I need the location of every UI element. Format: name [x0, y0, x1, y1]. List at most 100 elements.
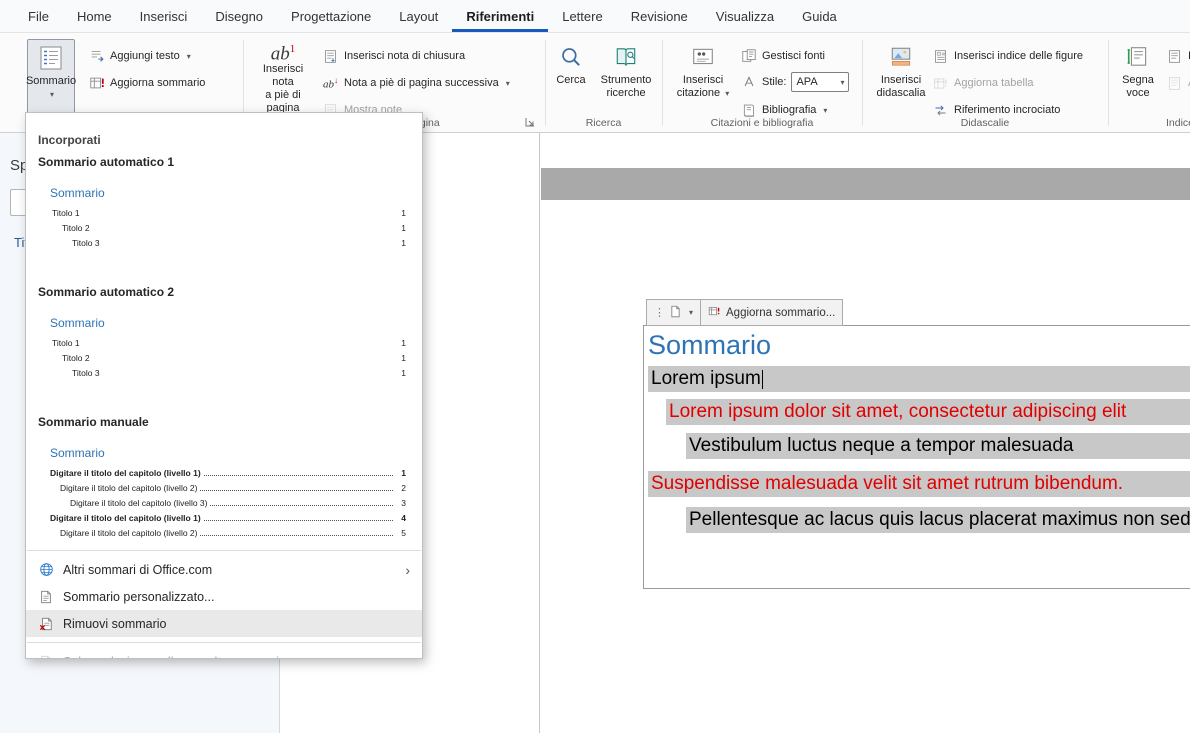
- aggiorna-sommario-doc-button[interactable]: Aggiorna sommario...: [700, 299, 843, 326]
- update-toc-small-icon: [708, 305, 721, 321]
- update-toc-icon: [88, 75, 105, 92]
- aggiorna-sommario-label: Aggiorna sommario: [110, 77, 205, 89]
- gallery-preview-title: Sommario: [38, 186, 410, 200]
- manage-sources-icon: [740, 48, 757, 65]
- gallery-item-sommario-manuale[interactable]: Sommario manuale Sommario Digitare il ti…: [26, 413, 422, 545]
- inserisci-nota-chiusura-button[interactable]: Inserisci nota di chiusura: [322, 45, 465, 67]
- nota-successiva-label: Nota a piè di pagina successiva: [344, 77, 499, 89]
- tab-progettazione[interactable]: Progettazione: [277, 0, 385, 32]
- document-area: ⋮ ▾ Aggiorna sommario... Sommario Lorem …: [541, 133, 1190, 733]
- stile-value: APA: [796, 76, 817, 88]
- cerca-button[interactable]: Cerca: [551, 39, 591, 115]
- aggiungi-testo-button[interactable]: Aggiungi testo ▾: [88, 45, 191, 67]
- strumento-ricerche-button[interactable]: Strumento ricerche: [597, 39, 655, 115]
- toc-control-handle[interactable]: ⋮ ▾: [646, 299, 701, 326]
- document-toc-title: Sommario: [648, 330, 771, 361]
- gallery-item-title: Sommario manuale: [38, 415, 410, 429]
- gestisci-fonti-label: Gestisci fonti: [762, 50, 825, 62]
- globe-icon: [38, 562, 54, 578]
- menu-item-rimuovi-sommario[interactable]: Rimuovi sommario: [26, 610, 422, 637]
- aggiungi-testo-label: Aggiungi testo: [110, 50, 180, 62]
- menu-section-header: Incorporati: [26, 133, 422, 151]
- inserisci-didascalia-button[interactable]: Inserisci didascalia: [872, 39, 930, 115]
- menu-item-sommario-personalizzato[interactable]: Sommario personalizzato...: [26, 583, 422, 610]
- add-text-icon: [88, 48, 105, 65]
- group-separator: [662, 40, 663, 126]
- preview-entry: Digitare il titolo del capitolo (livello…: [50, 513, 201, 523]
- strumento-ricerche-line2: ricerche: [606, 87, 645, 100]
- page-gap: [541, 168, 1190, 200]
- sommario-button[interactable]: Sommario ▾: [27, 39, 75, 115]
- footnote-ab1-icon: ab1: [271, 42, 296, 61]
- inserisci-indice-figure-button[interactable]: Inserisci indice delle figure: [932, 45, 1083, 67]
- riferimento-incrociato-label: Riferimento incrociato: [954, 104, 1060, 116]
- toc-line-2[interactable]: Lorem ipsum dolor sit amet, consectetur …: [666, 399, 1190, 425]
- preview-page: 1: [396, 238, 406, 248]
- group-separator: [1108, 40, 1109, 126]
- aggiorna-tabella-button[interactable]: Aggiorna tabella: [932, 72, 1034, 94]
- gallery-preview-title: Sommario: [38, 316, 410, 330]
- preview-entry: Digitare il titolo del capitolo (livello…: [60, 483, 197, 493]
- sommario-gallery-menu: Incorporati Sommario automatico 1 Sommar…: [25, 112, 423, 659]
- menu-item-label: Salva selezione nella raccolta sommari..…: [63, 655, 290, 660]
- group-separator: [545, 40, 546, 126]
- inserisci-indice-button[interactable]: Inserisci indice: [1166, 45, 1190, 67]
- tab-file[interactable]: File: [14, 0, 63, 32]
- preview-page: 1: [396, 368, 406, 378]
- toc-line-4[interactable]: Suspendisse malesuada velit sit amet rut…: [648, 471, 1190, 497]
- tab-riferimenti[interactable]: Riferimenti: [452, 0, 548, 32]
- aggiorna-indice-button[interactable]: Aggiorna indice: [1166, 72, 1190, 94]
- preview-entry: Titolo 1: [52, 208, 80, 218]
- stile-select[interactable]: APA ▾: [791, 72, 849, 92]
- stile-label: Stile:: [762, 76, 786, 88]
- toc-line-5[interactable]: Pellentesque ac lacus quis lacus placera…: [686, 507, 1190, 533]
- chevron-down-icon: ▾: [187, 52, 191, 61]
- toc-line-4-text: Suspendisse malesuada velit sit amet rut…: [651, 473, 1123, 495]
- update-table-icon: [932, 75, 949, 92]
- inserisci-nota-pie-pagina-button[interactable]: ab1 Inserisci nota a piè di pagina: [252, 39, 314, 115]
- group-label-didascalie: Didascalie: [862, 117, 1108, 129]
- style-icon: [740, 74, 757, 91]
- group-separator: [862, 40, 863, 126]
- tab-layout[interactable]: Layout: [385, 0, 452, 32]
- segna-voce-line2: voce: [1126, 87, 1149, 100]
- nota-successiva-button[interactable]: ab↓ Nota a piè di pagina successiva ▾: [322, 72, 510, 94]
- strumento-ricerche-line1: Strumento: [601, 74, 652, 87]
- insert-index-icon: [1166, 48, 1183, 65]
- submenu-chevron-icon: ›: [405, 562, 410, 578]
- tab-home[interactable]: Home: [63, 0, 126, 32]
- tab-visualizza[interactable]: Visualizza: [702, 0, 788, 32]
- inserisci-didascalia-line2: didascalia: [877, 87, 926, 100]
- tab-revisione[interactable]: Revisione: [617, 0, 702, 32]
- toc-line-1[interactable]: Lorem ipsum: [648, 366, 1190, 392]
- preview-entry: Titolo 2: [62, 223, 90, 233]
- gallery-preview-title: Sommario: [38, 446, 410, 460]
- tab-disegno[interactable]: Disegno: [201, 0, 277, 32]
- tab-lettere[interactable]: Lettere: [548, 0, 616, 32]
- segna-voce-line1: Segna: [1122, 74, 1154, 87]
- segna-voce-button[interactable]: Segna voce: [1116, 39, 1160, 115]
- gallery-item-sommario-automatico-1[interactable]: Sommario automatico 1 Sommario Titolo 11…: [26, 153, 422, 283]
- chevron-down-icon: ▾: [840, 78, 844, 87]
- gestisci-fonti-button[interactable]: Gestisci fonti: [740, 45, 825, 67]
- chevron-down-icon: ▾: [50, 88, 54, 101]
- preview-entry: Digitare il titolo del capitolo (livello…: [50, 468, 201, 478]
- tab-guida[interactable]: Guida: [788, 0, 851, 32]
- gallery-item-sommario-automatico-2[interactable]: Sommario automatico 2 Sommario Titolo 11…: [26, 283, 422, 413]
- text-cursor: [762, 370, 764, 389]
- tab-inserisci[interactable]: Inserisci: [126, 0, 202, 32]
- toc-line-3-text: Vestibulum luctus neque a tempor malesua…: [689, 435, 1073, 457]
- dialog-launcher-icon[interactable]: [524, 116, 536, 128]
- grip-icon: ⋮: [654, 306, 664, 319]
- inserisci-citazione-button[interactable]: Inserisci citazione ▾: [676, 39, 730, 115]
- menu-item-altri-sommari[interactable]: Altri sommari di Office.com ›: [26, 556, 422, 583]
- toc-line-3[interactable]: Vestibulum luctus neque a tempor malesua…: [686, 433, 1190, 459]
- menu-separator: [27, 642, 421, 643]
- citation-icon: [691, 42, 715, 72]
- menu-item-salva-selezione[interactable]: Salva selezione nella raccolta sommari..…: [26, 648, 422, 659]
- next-footnote-icon: ab↓: [322, 75, 339, 92]
- menu-item-label: Sommario personalizzato...: [63, 590, 214, 604]
- aggiorna-sommario-button[interactable]: Aggiorna sommario: [88, 72, 205, 94]
- cross-reference-icon: [932, 102, 949, 119]
- sommario-button-label: Sommario: [26, 75, 76, 88]
